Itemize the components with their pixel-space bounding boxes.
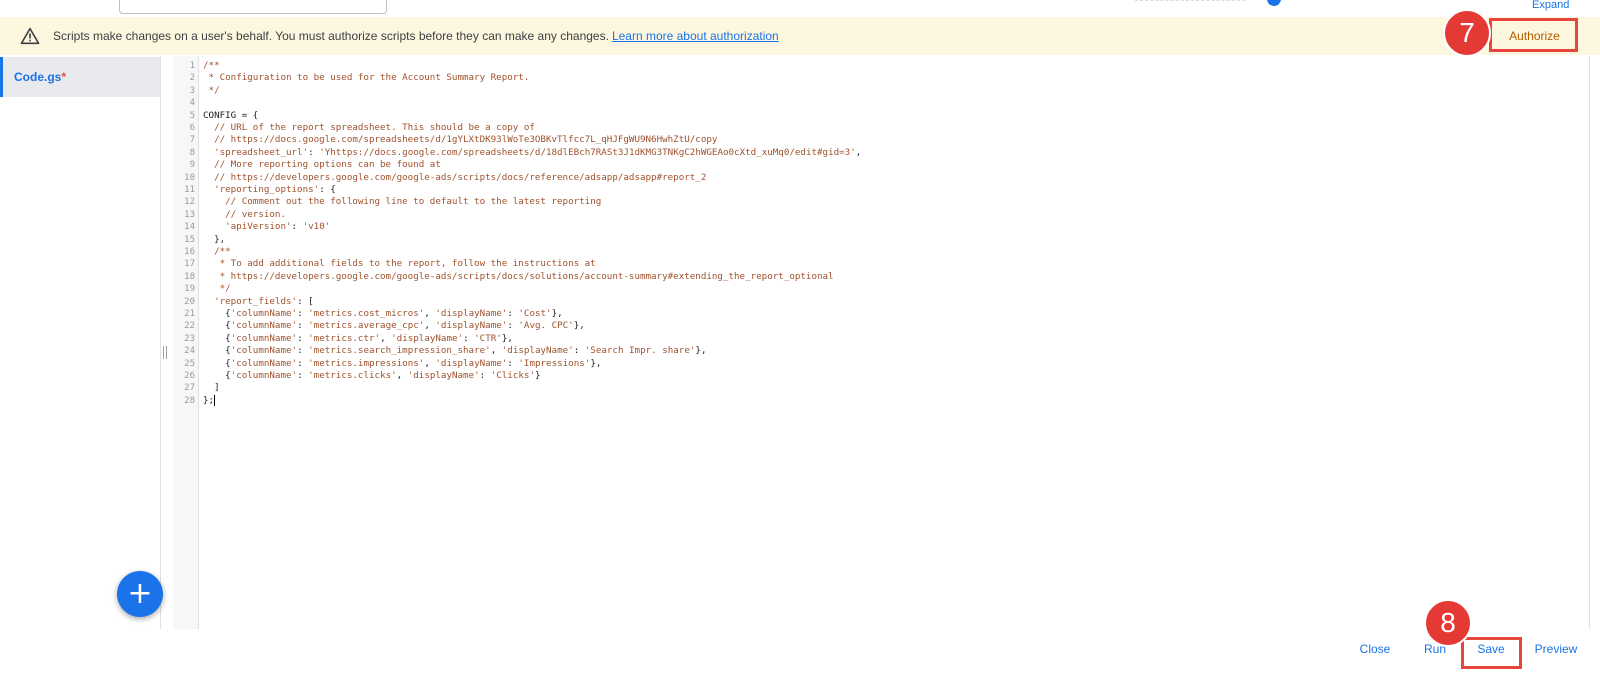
- code-line: // https://developers.google.com/google-…: [203, 171, 707, 183]
- code-editor[interactable]: 1 2 3 4 5 6 7 8 9 10 11 12 13 14 15 16 17 18 19 20 21 22 23 24 2…: [173, 56, 1590, 629]
- code-line: // https://docs.google.com/spreadsheets/…: [203, 134, 718, 146]
- panel-resize-handle[interactable]: [163, 346, 167, 359]
- code-line: {'columnName': 'metrics.ctr', 'displayNa…: [203, 332, 513, 344]
- line-number: 22: [184, 321, 195, 332]
- code-line: // More reporting options can be found a…: [203, 159, 441, 171]
- learn-more-authorization-link[interactable]: Learn more about authorization: [612, 29, 779, 43]
- line-number: 24: [184, 346, 195, 357]
- unsaved-marker: *: [61, 70, 67, 84]
- help-icon[interactable]: [1267, 0, 1281, 6]
- line-number: 15: [184, 234, 195, 245]
- code-line: {'columnName': 'metrics.cost_micros', 'd…: [203, 308, 563, 319]
- line-number: 19: [184, 284, 195, 295]
- line-number: 25: [184, 358, 195, 369]
- code-line: /**: [203, 246, 231, 257]
- code-line: 'report_fields': [: [214, 295, 314, 307]
- code-line: // Comment out the following line to def…: [203, 196, 602, 208]
- code-line: };: [203, 394, 216, 406]
- line-number: 10: [184, 172, 195, 183]
- line-number: 28: [184, 395, 195, 406]
- code-line: ]: [203, 382, 220, 394]
- line-number: 14: [184, 222, 195, 233]
- line-number: 11: [184, 185, 195, 195]
- code-line: {'columnName': 'metrics.clicks', 'displa…: [203, 370, 541, 381]
- line-number: 12: [184, 197, 195, 208]
- preview-button[interactable]: Preview: [1531, 639, 1581, 659]
- code-line: 'apiVersion': 'v10': [225, 221, 331, 233]
- code-line: // version.: [203, 208, 286, 220]
- line-number: 7: [189, 135, 195, 146]
- warning-icon: [20, 27, 40, 45]
- banner-message: Scripts make changes on a user's behalf.…: [53, 29, 779, 43]
- toolbar-divider: [1135, 0, 1245, 1]
- line-number: 20: [184, 296, 195, 307]
- code-line: CONFIG = {: [203, 109, 259, 121]
- banner-text: Scripts make changes on a user's behalf.…: [53, 29, 609, 43]
- line-number: 26: [184, 371, 195, 381]
- code-line: // URL of the report spreadsheet. This s…: [203, 122, 535, 133]
- line-number: 18: [184, 271, 195, 282]
- code-line: 'spreadsheet_url': 'Yhttps://docs.google…: [214, 146, 862, 158]
- step-7-badge: 7: [1443, 9, 1491, 57]
- code-line: {'columnName': 'metrics.search_impressio…: [203, 345, 707, 357]
- line-number-gutter: 1 2 3 4 5 6 7 8 9 10 11 12 13 14 15 16 17 18 19 20 21 22 23 24 2…: [173, 56, 199, 629]
- expand-link[interactable]: Expand: [1532, 0, 1569, 11]
- step-8-badge: 8: [1424, 599, 1472, 647]
- code-line: * To add additional fields to the report…: [203, 258, 596, 270]
- line-number: 5: [189, 110, 195, 121]
- script-name-input[interactable]: [119, 0, 387, 14]
- line-number: 1: [189, 61, 195, 71]
- line-number: 2: [189, 73, 195, 84]
- close-button[interactable]: Close: [1357, 639, 1393, 659]
- code-line: {'columnName': 'metrics.average_cpc', 'd…: [203, 320, 585, 332]
- code-line: * Configuration to be used for the Accou…: [203, 72, 530, 84]
- line-number: 8: [189, 147, 195, 158]
- text-cursor: [214, 394, 216, 406]
- save-highlight-box: [1461, 637, 1522, 669]
- line-number: 21: [184, 309, 195, 319]
- line-number: 17: [184, 259, 195, 270]
- file-name-text: Code.gs: [14, 70, 62, 84]
- line-number: 23: [184, 333, 195, 344]
- file-sidebar: Code.gs*: [0, 56, 161, 629]
- line-number: 6: [189, 123, 195, 133]
- code-line: /**: [203, 60, 220, 71]
- line-number: 13: [184, 209, 195, 220]
- file-tab-code-gs[interactable]: Code.gs*: [0, 57, 160, 97]
- line-number: 27: [184, 383, 195, 394]
- line-number: 4: [189, 98, 195, 109]
- line-number: 16: [184, 247, 195, 257]
- code-line: },: [203, 233, 226, 245]
- code-line: */: [203, 283, 231, 295]
- top-toolbar-strip: Expand: [0, 0, 1600, 16]
- plus-icon: +: [127, 576, 153, 611]
- line-number: 9: [189, 160, 195, 171]
- add-file-button[interactable]: +: [117, 571, 163, 617]
- code-line: 'reporting_options': {: [214, 184, 336, 195]
- code-line: * https://developers.google.com/google-a…: [203, 270, 834, 282]
- authorize-highlight-box: [1489, 18, 1578, 52]
- code-line: */: [203, 84, 220, 96]
- file-name-label: Code.gs*: [14, 70, 66, 84]
- code-line: {'columnName': 'metrics.impressions', 'd…: [203, 357, 602, 369]
- authorization-banner: Scripts make changes on a user's behalf.…: [0, 17, 1600, 55]
- line-number: 3: [189, 85, 195, 96]
